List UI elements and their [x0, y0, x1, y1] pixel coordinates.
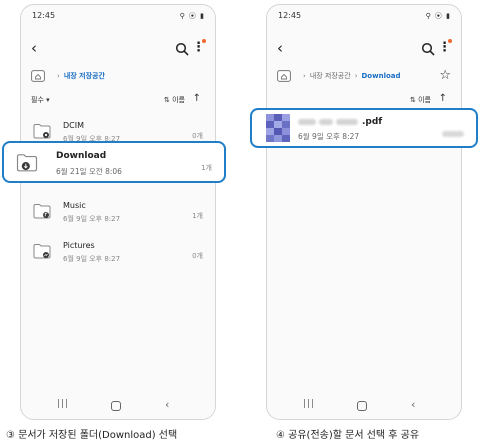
notification-dot: [448, 39, 452, 43]
folder-name: Download: [56, 151, 107, 161]
home-icon[interactable]: [357, 401, 367, 411]
home-icon[interactable]: [111, 401, 121, 411]
app-bar: ‹ ⋮: [21, 38, 215, 60]
status-bar: 12:45 ⚲ ⦿ ▮: [267, 11, 461, 23]
navigation-bar: ||| ‹: [267, 398, 461, 413]
file-item-pdf[interactable]: .pdf 6월 9일 오후 8:27: [250, 108, 478, 148]
sort-icon: ⇅: [410, 96, 416, 104]
sort-bar: 필수 ▾ ⇅ 이름 ↑: [31, 93, 205, 109]
redacted-text: [336, 119, 358, 125]
sort-bar: ⇅ 이름 ↑: [277, 93, 451, 109]
folder-date: 6월 21일 오전 8:06: [56, 167, 122, 176]
breadcrumb-separator-icon: ›: [57, 72, 60, 80]
sort-direction-icon[interactable]: ↑: [193, 93, 201, 104]
caption-step-4: ④ 공유(전송)할 문서 선택 후 공유: [276, 430, 420, 441]
nav-back-icon[interactable]: ‹: [411, 398, 415, 411]
download-folder-icon: [16, 154, 38, 172]
app-bar: ‹ ⋮: [267, 38, 461, 60]
search-icon[interactable]: [421, 42, 435, 56]
home-folder-icon[interactable]: [31, 70, 45, 82]
folder-name: DCIM: [63, 121, 85, 130]
file-date: 6월 9일 오후 8:27: [298, 132, 360, 141]
back-arrow-icon[interactable]: ‹: [31, 38, 37, 58]
breadcrumb: › 내장 저장공간: [31, 67, 205, 85]
breadcrumb-download[interactable]: Download: [362, 72, 401, 80]
status-time: 12:45: [32, 11, 56, 20]
folder-count: 0개: [192, 252, 203, 260]
breadcrumb: › 내장 저장공간 › Download ☆: [277, 67, 451, 85]
camera-folder-icon: [33, 124, 51, 139]
breadcrumb-separator-icon: ›: [354, 72, 358, 80]
home-folder-icon[interactable]: [277, 70, 291, 82]
search-icon[interactable]: [175, 42, 189, 56]
folder-name: Pictures: [63, 241, 95, 250]
status-bar: 12:45 ⚲ ⦿ ▮: [21, 11, 215, 23]
breadcrumb-internal-storage[interactable]: 내장 저장공간: [310, 71, 351, 81]
redacted-text: [298, 119, 316, 125]
pdf-thumbnail-icon: [266, 114, 290, 142]
sort-by-name-button[interactable]: ⇅ 이름: [164, 95, 185, 105]
back-arrow-icon[interactable]: ‹: [277, 38, 283, 58]
status-icons: ⚲ ⦿ ▮: [425, 12, 451, 20]
caption-step-3: ③ 문서가 저장된 폴더(Download) 선택: [6, 430, 178, 441]
sort-field-label: 이름: [172, 96, 185, 104]
nav-back-icon[interactable]: ‹: [165, 398, 169, 411]
sort-icon: ⇅: [164, 96, 170, 104]
folder-list: DCIM 6월 9일 오후 8:27 0개 Music 6월 9일 오후 8:2…: [21, 115, 215, 275]
sort-direction-icon[interactable]: ↑: [439, 93, 447, 104]
sort-field-label: 이름: [418, 96, 431, 104]
folder-count: 0개: [192, 132, 203, 140]
navigation-bar: ||| ‹: [21, 398, 215, 413]
folder-item-music[interactable]: Music 6월 9일 오후 8:27 1개: [21, 195, 215, 235]
status-icons: ⚲ ⦿ ▮: [179, 12, 205, 20]
folder-date: 6월 9일 오후 8:27: [63, 215, 121, 223]
redacted-file-size: [442, 131, 464, 137]
folder-item-download[interactable]: Download 6월 21일 오전 8:06 1개: [2, 141, 226, 183]
folder-name: Music: [63, 201, 86, 210]
folder-date: 6월 9일 오후 8:27: [63, 255, 121, 263]
recents-icon[interactable]: |||: [303, 399, 315, 409]
folder-count: 1개: [192, 212, 203, 220]
phone-screen-right: 12:45 ⚲ ⦿ ▮ ‹ ⋮ › 내장 저장공간 › Download ☆ ⇅…: [266, 4, 462, 420]
breadcrumb-internal-storage[interactable]: 내장 저장공간: [64, 71, 105, 81]
breadcrumb-separator-icon: ›: [303, 72, 306, 80]
sort-by-name-button[interactable]: ⇅ 이름: [410, 95, 431, 105]
recents-icon[interactable]: |||: [57, 399, 69, 409]
file-name: .pdf: [298, 116, 382, 128]
redacted-text: [319, 119, 333, 125]
star-icon[interactable]: ☆: [439, 67, 451, 85]
folder-count: 1개: [201, 164, 212, 172]
filter-dropdown[interactable]: 필수 ▾: [31, 95, 50, 105]
status-time: 12:45: [278, 11, 302, 20]
phone-screen-left: 12:45 ⚲ ⦿ ▮ ‹ ⋮ › 내장 저장공간 필수 ▾ ⇅ 이름 ↑ DC…: [20, 4, 216, 420]
music-folder-icon: [33, 204, 51, 219]
file-extension: .pdf: [362, 117, 383, 127]
image-folder-icon: [33, 244, 51, 259]
folder-item-pictures[interactable]: Pictures 6월 9일 오후 8:27 0개: [21, 235, 215, 275]
notification-dot: [202, 39, 206, 43]
